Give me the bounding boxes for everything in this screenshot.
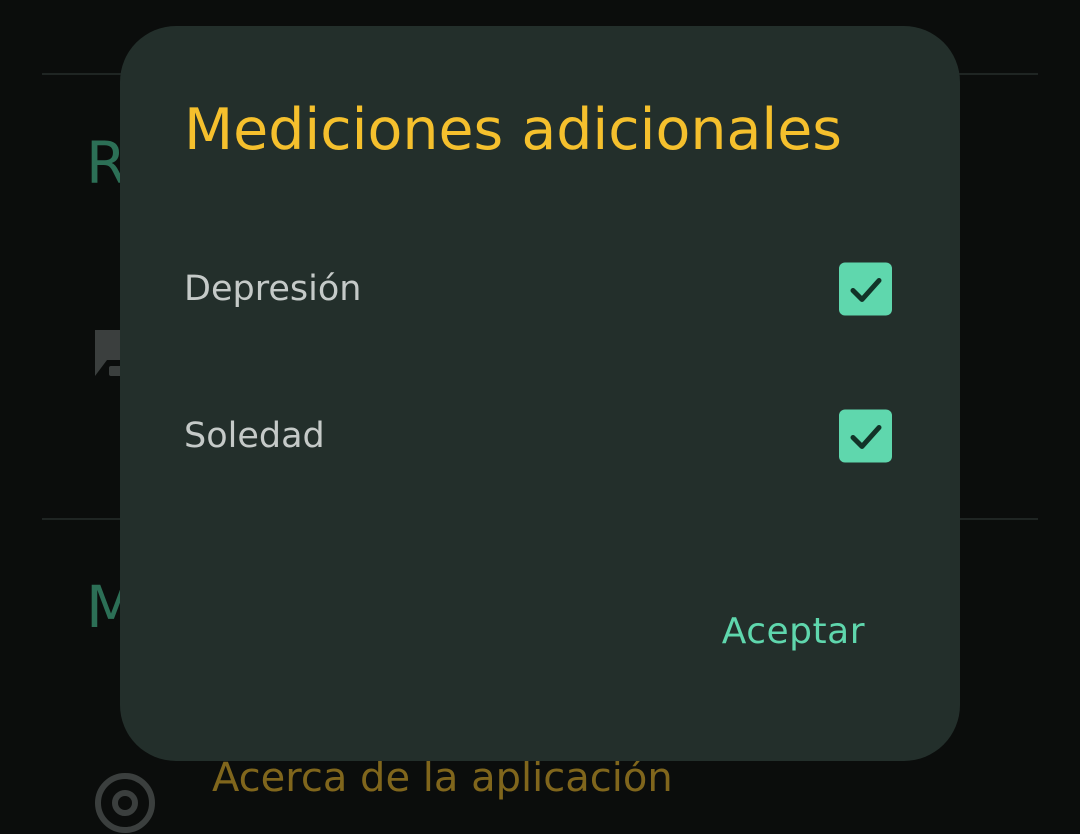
accept-button[interactable]: Aceptar (722, 610, 865, 653)
check-icon (850, 277, 881, 302)
check-icon (850, 424, 881, 449)
about-app-item[interactable]: Acerca de la aplicación (212, 754, 673, 802)
option-row-loneliness[interactable]: Soledad (184, 408, 892, 464)
info-icon (95, 773, 155, 833)
loneliness-checkbox[interactable] (839, 409, 892, 463)
option-row-depression[interactable]: Depresión (184, 261, 892, 317)
option-label: Depresión (184, 269, 362, 309)
depression-checkbox[interactable] (839, 262, 892, 316)
option-label: Soledad (184, 416, 325, 456)
additional-measurements-dialog: Mediciones adicionales Depresión Soledad… (120, 26, 960, 761)
dialog-title: Mediciones adicionales (184, 97, 842, 163)
